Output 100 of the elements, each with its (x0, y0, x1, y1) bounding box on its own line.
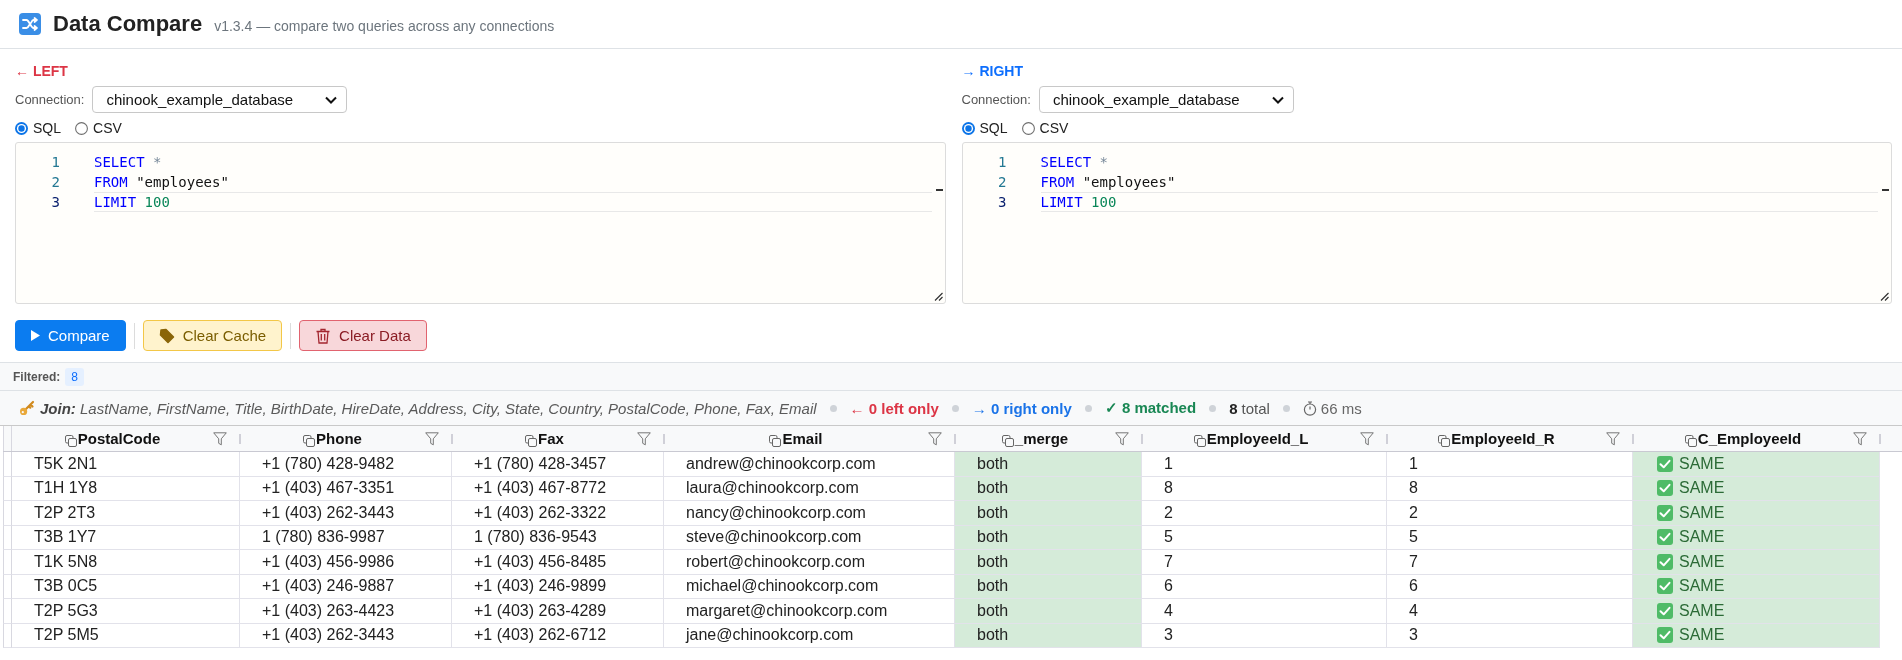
column-name[interactable]: Fax (538, 430, 564, 447)
table-cell: +1 (780) 428-3457 (452, 452, 664, 477)
filter-icon[interactable] (637, 431, 651, 446)
table-cell: both (955, 550, 1142, 575)
row-handle-cell (3, 501, 12, 526)
separator-dot-icon (1209, 404, 1217, 412)
filter-icon[interactable] (1853, 431, 1867, 446)
elapsed-time: 66 ms (1320, 399, 1362, 417)
column-resize-handle[interactable] (239, 434, 241, 444)
connection-select[interactable]: chinook_example_database (1038, 86, 1294, 113)
filter-icon[interactable] (1115, 431, 1129, 446)
filter-icon[interactable] (928, 431, 942, 446)
code-line: LIMIT 100 (94, 192, 932, 212)
column-name[interactable]: PostalCode (77, 430, 161, 447)
filter-icon[interactable] (1606, 431, 1620, 446)
code-line: FROM "employees" (1040, 173, 1177, 192)
table-cell: +1 (403) 467-3351 (240, 476, 452, 501)
copy-icon[interactable] (303, 435, 316, 447)
version-subtitle: v1.3.4 — compare two queries across any connections (214, 17, 555, 34)
matched-count: ✓ 8 matched (1104, 399, 1197, 417)
source-radio-option[interactable]: SQL (15, 120, 61, 136)
column-resize-handle[interactable] (1386, 434, 1388, 444)
copy-icon[interactable] (1684, 435, 1697, 447)
copy-icon[interactable] (1438, 435, 1451, 447)
copy-icon[interactable] (769, 435, 782, 447)
connection-select[interactable]: chinook_example_database (92, 86, 348, 113)
sql-editor[interactable]: 1 SELECT * 2 FROM "employees" 3 LIMIT 100 (15, 142, 946, 304)
filter-icon[interactable] (213, 431, 227, 446)
filter-icon[interactable] (1360, 431, 1374, 446)
column-name[interactable]: Phone (316, 430, 362, 447)
filter-icon[interactable] (425, 431, 439, 446)
column-resize-handle[interactable] (1879, 434, 1881, 444)
table-cell: both (955, 501, 1142, 526)
shuffle-icon (19, 13, 41, 35)
source-radio-option[interactable]: CSV (75, 120, 122, 136)
join-keys-text: Join: LastName, FirstName, Title, BirthDate, HireDate, Address, City, State, Country, PostalCode, Phone, Fax, Email (40, 399, 817, 417)
table-cell: 1 (1142, 452, 1387, 477)
line-number: 1 (50, 153, 60, 172)
column-name[interactable]: C_EmployeeId (1697, 430, 1802, 447)
copy-icon[interactable] (525, 435, 538, 447)
column-resize-handle[interactable] (663, 434, 665, 444)
table-cell: +1 (403) 456-9986 (240, 550, 452, 575)
check-icon (1657, 504, 1673, 521)
column-resize-handle[interactable] (451, 434, 453, 444)
left-only-count: ← 0 left only (849, 399, 939, 417)
table-cell: T2P 5G3 (12, 599, 240, 624)
separator-dot-icon (1282, 404, 1290, 412)
table-cell: 3 (1142, 623, 1387, 648)
table-cell: +1 (403) 262-6712 (452, 623, 664, 648)
panel-heading: ← LEFT (15, 62, 69, 80)
table-cell: +1 (403) 262-3443 (240, 501, 452, 526)
line-number: 1 (997, 153, 1007, 172)
source-radio-option[interactable]: CSV (1021, 120, 1069, 136)
table-cell: 3 (1387, 623, 1633, 648)
compare-result: SAME (1679, 528, 1725, 547)
compare-result: SAME (1679, 479, 1725, 498)
column-name[interactable]: EmployeeId_L (1206, 430, 1309, 447)
resize-handle-icon[interactable] (1880, 292, 1889, 301)
right-only-count: → 0 right only (971, 399, 1072, 417)
sql-editor[interactable]: 1 SELECT * 2 FROM "employees" 3 LIMIT 100 (961, 142, 1892, 304)
copy-icon[interactable] (1193, 435, 1206, 447)
column-resize-handle[interactable] (954, 434, 956, 444)
table-cell: T5K 2N1 (12, 452, 240, 477)
connection-label: Connection: (961, 92, 1031, 107)
compare-button[interactable]: Compare (15, 320, 126, 351)
connection-label: Connection: (15, 92, 85, 107)
clear-cache-button[interactable]: Clear Cache (142, 320, 283, 351)
compare-result: SAME (1679, 577, 1725, 596)
separator-dot-icon (951, 404, 959, 412)
column-name[interactable]: _merge (1014, 430, 1069, 447)
table-cell: 4 (1142, 599, 1387, 624)
code-line: FROM "employees" (94, 173, 230, 192)
table-cell: T1H 1Y8 (12, 476, 240, 501)
play-icon (31, 330, 40, 341)
table-cell: 1 (780) 836-9987 (240, 525, 452, 550)
copy-icon[interactable] (1001, 435, 1014, 447)
clear-data-button[interactable]: Clear Data (299, 320, 427, 351)
tag-icon (158, 327, 175, 344)
table-cell: T3B 0C5 (12, 574, 240, 599)
column-name[interactable]: EmployeeId_R (1451, 430, 1555, 447)
table-cell: +1 (403) 262-3443 (240, 623, 452, 648)
row-handle-cell (3, 574, 12, 599)
row-handle-cell (3, 623, 12, 648)
source-radio-option[interactable]: SQL (961, 120, 1008, 136)
table-cell: jane@chinookcorp.com (664, 623, 955, 648)
column-resize-handle[interactable] (1632, 434, 1634, 444)
compare-result: SAME (1679, 626, 1725, 645)
line-number: 3 (50, 193, 60, 212)
column-resize-handle[interactable] (1141, 434, 1143, 444)
table-cell: 2 (1387, 501, 1633, 526)
table-cell: robert@chinookcorp.com (664, 550, 955, 575)
table-cell: both (955, 476, 1142, 501)
table-cell: 2 (1142, 501, 1387, 526)
table-cell: +1 (403) 467-8772 (452, 476, 664, 501)
app-title: Data Compare (53, 11, 203, 37)
column-name[interactable]: Email (782, 430, 823, 447)
row-handle-cell (3, 599, 12, 624)
copy-icon[interactable] (64, 435, 77, 447)
resize-handle-icon[interactable] (933, 292, 943, 301)
table-cell: both (955, 525, 1142, 550)
